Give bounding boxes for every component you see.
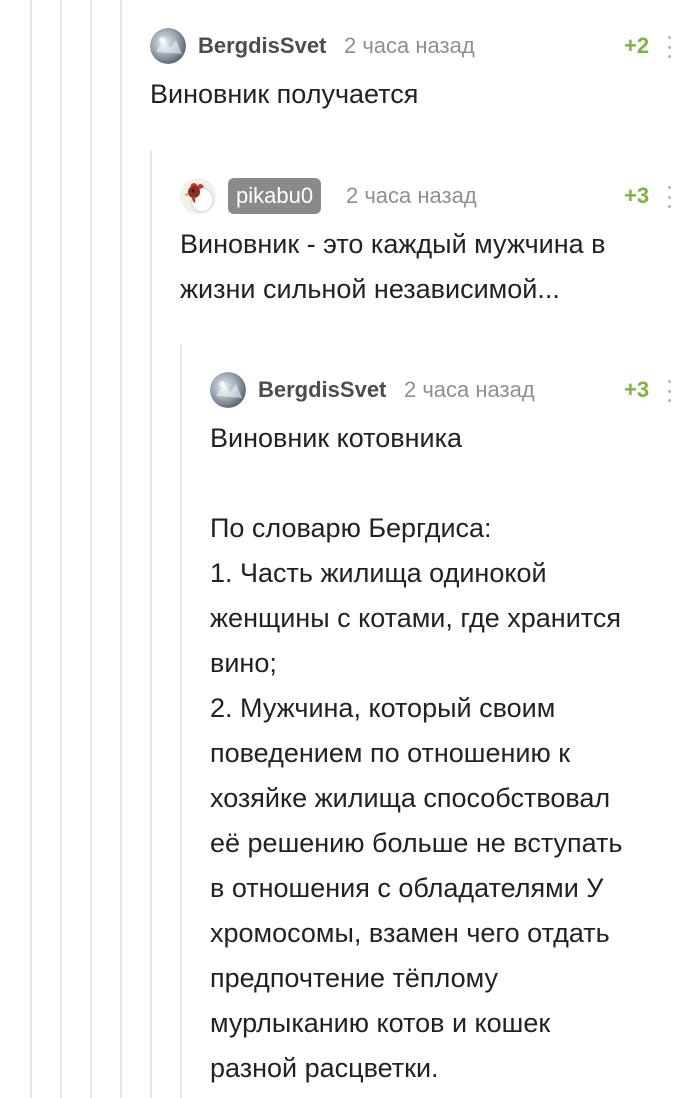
avatar[interactable] [180,178,216,214]
comment-header: BergdisSvet 2 часа назад +3 [210,370,690,410]
comment-text: Виновник котовника По словарю Бергдиса: … [210,423,623,1083]
username[interactable]: BergdisSvet [198,33,326,59]
thread-line [180,345,182,1098]
comment-header: pikabu0 2 часа назад +3 [180,176,690,216]
thread-line [60,0,62,1098]
comment-time: 2 часа назад [344,33,475,58]
comment: BergdisSvet 2 часа назад +3 Виновник кот… [210,370,690,1091]
more-vertical-icon[interactable] [666,186,672,208]
avatar[interactable] [210,372,246,408]
comment-rating: +3 [624,377,650,402]
user-avatar-icon [150,28,186,64]
comment-header: BergdisSvet 2 часа назад +2 [150,26,690,66]
thread-line [90,0,92,1098]
comment-text: Виновник получается [150,79,419,109]
more-vertical-icon[interactable] [666,36,672,58]
comment-time: 2 часа назад [404,377,535,402]
comment-text: Виновник - это каждый мужчина в жизни си… [180,229,606,304]
user-avatar-icon [210,372,246,408]
thread-line [30,0,32,1098]
thread-line [120,0,122,1098]
username[interactable]: pikabu0 [228,178,322,214]
username[interactable]: BergdisSvet [258,377,386,403]
comment-rating: +3 [624,183,650,208]
rooster-avatar-icon [180,178,216,214]
more-vertical-icon[interactable] [666,380,672,402]
comment: BergdisSvet 2 часа назад +2 Виновник пол… [150,26,690,117]
avatar[interactable] [150,28,186,64]
comment-rating: +2 [624,33,650,58]
comment-time: 2 часа назад [346,183,477,208]
thread-line [150,150,152,1098]
comment: pikabu0 2 часа назад +3 Виновник - это к… [180,176,690,312]
